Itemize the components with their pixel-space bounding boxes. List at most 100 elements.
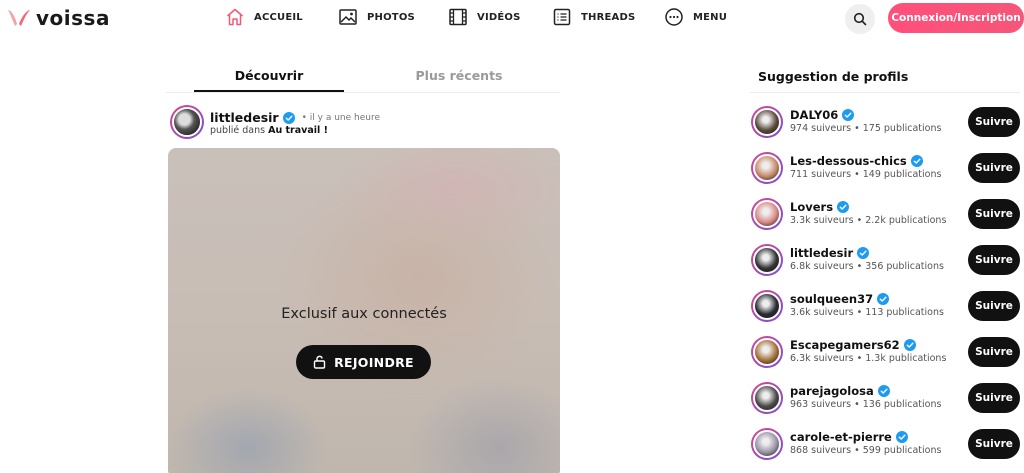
suggestion-stats: 3.3k suiveurs • 2.2k publications bbox=[790, 215, 947, 226]
suggestion-name-row: carole-et-pierre bbox=[790, 430, 908, 444]
suggestion-name[interactable]: Lovers bbox=[790, 200, 833, 214]
post-author-avatar[interactable] bbox=[170, 105, 204, 139]
suggestion-stats: 963 suiveurs • 136 publications bbox=[790, 399, 942, 410]
post-author-row: littledesir • il y a une heure bbox=[210, 110, 380, 125]
suggestions-list: DALY06 974 suiveurs • 175 publications Sui… bbox=[750, 104, 1024, 472]
nav-threads[interactable]: THREADS bbox=[552, 7, 635, 27]
follow-button[interactable]: Suivre bbox=[968, 291, 1020, 321]
suggestion-name-row: parejagolosa bbox=[790, 384, 890, 398]
brand-name: voissa bbox=[36, 6, 110, 30]
suggestion-avatar[interactable] bbox=[751, 152, 783, 184]
avatar-image bbox=[172, 107, 202, 137]
voissa-logo-mark-icon bbox=[8, 10, 30, 26]
post-category-link[interactable]: Au travail ! bbox=[268, 125, 328, 136]
nav-photos[interactable]: PHOTOS bbox=[338, 7, 415, 27]
suggestion-name-row: DALY06 bbox=[790, 108, 855, 122]
suggestion-avatar[interactable] bbox=[751, 428, 783, 460]
nav-home-label: ACCUEIL bbox=[254, 11, 303, 23]
top-header: voissa ACCUEIL PHOTOS VIDÉOS THREADS MEN… bbox=[0, 0, 1024, 36]
verified-badge-icon bbox=[910, 155, 923, 167]
suggestion-avatar[interactable] bbox=[751, 336, 783, 368]
suggestion-item: littledesir 6.8k suiveurs • 356 publicati… bbox=[750, 242, 1024, 288]
nav-photos-label: PHOTOS bbox=[367, 11, 415, 23]
post-published-in: publié dans Au travail ! bbox=[210, 125, 328, 136]
suggestion-avatar[interactable] bbox=[751, 198, 783, 230]
avatar-image bbox=[753, 200, 781, 228]
follow-button[interactable]: Suivre bbox=[968, 245, 1020, 275]
suggestion-stats: 711 suiveurs • 149 publications bbox=[790, 169, 942, 180]
suggestion-name[interactable]: soulqueen37 bbox=[790, 292, 873, 306]
suggestions-title: Suggestion de profils bbox=[758, 69, 909, 84]
avatar-image bbox=[753, 384, 781, 412]
nav-home[interactable]: ACCUEIL bbox=[225, 7, 303, 27]
suggestion-stats: 6.3k suiveurs • 1.3k publications bbox=[790, 353, 947, 364]
verified-badge-icon bbox=[837, 201, 850, 213]
image-icon bbox=[339, 9, 357, 25]
verified-badge-icon bbox=[895, 431, 908, 443]
suggestion-item: Escapegamers62 6.3k suiveurs • 1.3k publi… bbox=[750, 334, 1024, 380]
nav-videos-label: VIDÉOS bbox=[477, 11, 521, 23]
suggestions-divider bbox=[750, 92, 1020, 93]
suggestion-name-row: Escapegamers62 bbox=[790, 338, 916, 352]
follow-button[interactable]: Suivre bbox=[968, 153, 1020, 183]
post-time: • il y a une heure bbox=[301, 112, 380, 123]
suggestion-stats: 974 suiveurs • 175 publications bbox=[790, 123, 942, 134]
unlock-icon bbox=[313, 355, 326, 369]
nav-menu-label: MENU bbox=[693, 11, 728, 23]
avatar-image bbox=[753, 154, 781, 182]
tabs-divider bbox=[166, 92, 560, 93]
suggestion-name[interactable]: Escapegamers62 bbox=[790, 338, 900, 352]
suggestion-item: Lovers 3.3k suiveurs • 2.2k publications S… bbox=[750, 196, 1024, 242]
suggestion-name[interactable]: littledesir bbox=[790, 246, 853, 260]
suggestion-avatar[interactable] bbox=[751, 244, 783, 276]
join-button[interactable]: REJOINDRE bbox=[296, 345, 431, 379]
suggestion-avatar[interactable] bbox=[751, 106, 783, 138]
avatar-image bbox=[753, 338, 781, 366]
avatar-image bbox=[753, 430, 781, 458]
avatar-image bbox=[753, 108, 781, 136]
follow-button[interactable]: Suivre bbox=[968, 337, 1020, 367]
suggestion-item: carole-et-pierre 868 suiveurs • 599 publi… bbox=[750, 426, 1024, 472]
suggestion-name-row: soulqueen37 bbox=[790, 292, 890, 306]
post-author-name[interactable]: littledesir bbox=[210, 110, 279, 125]
tab-recent[interactable]: Plus récents bbox=[384, 68, 534, 83]
verified-badge-icon bbox=[877, 385, 890, 397]
verified-badge-icon bbox=[842, 109, 855, 121]
nav-videos[interactable]: VIDÉOS bbox=[448, 7, 521, 27]
suggestion-name[interactable]: DALY06 bbox=[790, 108, 838, 122]
published-prefix: publié dans bbox=[210, 125, 266, 136]
nav-menu[interactable]: MENU bbox=[664, 7, 727, 27]
voissa-logo[interactable]: voissa bbox=[6, 6, 110, 30]
follow-button[interactable]: Suivre bbox=[968, 383, 1020, 413]
verified-badge-icon bbox=[282, 111, 295, 124]
verified-badge-icon bbox=[877, 293, 890, 305]
exclusive-message: Exclusif aux connectés bbox=[281, 306, 447, 322]
login-signup-button[interactable]: Connexion/Inscription bbox=[888, 3, 1024, 33]
avatar-image bbox=[753, 246, 781, 274]
follow-button[interactable]: Suivre bbox=[968, 429, 1020, 459]
suggestion-name-row: Lovers bbox=[790, 200, 850, 214]
suggestion-avatar[interactable] bbox=[751, 382, 783, 414]
search-button[interactable] bbox=[845, 4, 875, 34]
list-icon bbox=[553, 8, 571, 26]
suggestion-stats: 3.6k suiveurs • 113 publications bbox=[790, 307, 944, 318]
suggestion-name[interactable]: carole-et-pierre bbox=[790, 430, 892, 444]
suggestion-name-row: Les-dessous-chics bbox=[790, 154, 923, 168]
film-icon bbox=[449, 8, 467, 26]
suggestion-item: Les-dessous-chics 711 suiveurs • 149 publ… bbox=[750, 150, 1024, 196]
verified-badge-icon bbox=[903, 339, 916, 351]
suggestion-avatar[interactable] bbox=[751, 290, 783, 322]
follow-button[interactable]: Suivre bbox=[968, 107, 1020, 137]
nav-threads-label: THREADS bbox=[581, 11, 636, 23]
suggestion-stats: 868 suiveurs • 599 publications bbox=[790, 445, 942, 456]
follow-button[interactable]: Suivre bbox=[968, 199, 1020, 229]
avatar-image bbox=[753, 292, 781, 320]
suggestion-name[interactable]: parejagolosa bbox=[790, 384, 874, 398]
suggestion-item: parejagolosa 963 suiveurs • 136 publicati… bbox=[750, 380, 1024, 426]
suggestion-name-row: littledesir bbox=[790, 246, 870, 260]
join-button-label: REJOINDRE bbox=[334, 354, 414, 370]
tab-discover[interactable]: Découvrir bbox=[194, 68, 344, 83]
suggestion-stats: 6.8k suiveurs • 356 publications bbox=[790, 261, 944, 272]
suggestion-name[interactable]: Les-dessous-chics bbox=[790, 154, 907, 168]
home-icon bbox=[227, 8, 243, 26]
